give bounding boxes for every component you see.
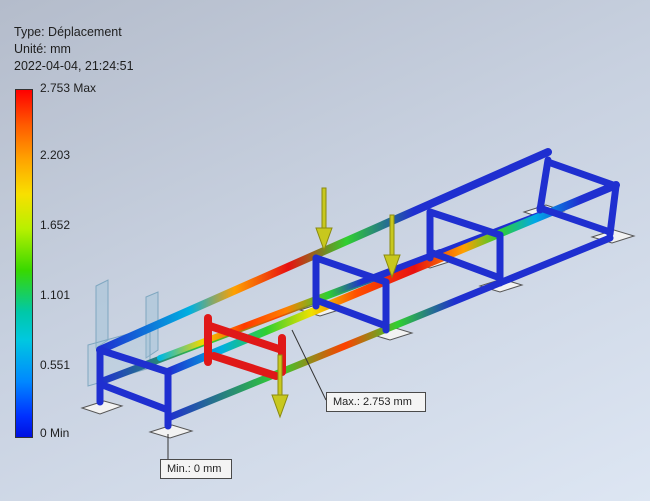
result-header: Type: Déplacement Unité: mm 2022-04-04, … — [14, 24, 134, 75]
fea-result-viewport[interactable]: Type: Déplacement Unité: mm 2022-04-04, … — [0, 0, 650, 501]
load-arrow-icon — [315, 187, 333, 252]
result-datetime: 2022-04-04, 21:24:51 — [14, 59, 134, 73]
legend-tick: 1.101 — [40, 288, 71, 302]
min-displacement-callout[interactable]: Min.: 0 mm — [160, 459, 232, 479]
result-type: Type: Déplacement — [14, 25, 122, 39]
result-unit: Unité: mm — [14, 42, 71, 56]
color-scale-bar — [15, 89, 33, 438]
legend-tick: 1.652 — [40, 218, 71, 232]
legend-max-label: 2.753 Max — [40, 81, 97, 95]
frame-model[interactable] — [0, 0, 650, 501]
legend-min-label: 0 Min — [40, 426, 70, 440]
max-displacement-callout[interactable]: Max.: 2.753 mm — [326, 392, 426, 412]
legend-tick: 2.203 — [40, 148, 71, 162]
legend-tick: 0.551 — [40, 358, 71, 372]
